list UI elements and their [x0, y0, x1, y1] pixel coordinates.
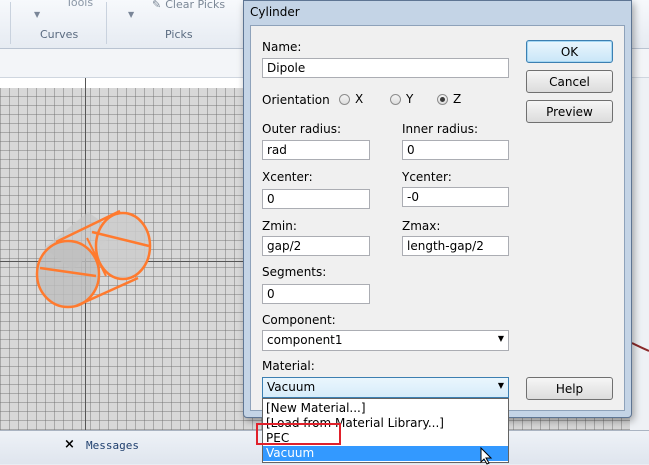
messages-tab[interactable]: Messages [86, 439, 139, 452]
group-picks-label: Picks [165, 28, 193, 41]
xcenter-label: Xcenter: [262, 170, 313, 184]
xcenter-input[interactable]: 0 [262, 189, 370, 209]
zmin-label: Zmin: [262, 219, 297, 233]
cylinder-shape[interactable] [30, 206, 160, 316]
chevron-down-icon[interactable]: ▼ [498, 381, 504, 390]
radio-x-label: X [355, 92, 364, 106]
cancel-button[interactable]: Cancel [526, 70, 613, 93]
material-label: Material: [262, 359, 315, 373]
zmax-input[interactable]: length-gap/2 [402, 236, 509, 256]
chevron-down-icon[interactable]: ▼ [34, 10, 40, 19]
material-select[interactable]: Vacuum ▼ [262, 377, 509, 398]
mouse-cursor-icon [480, 447, 493, 465]
eraser-icon: ✎ [152, 0, 162, 11]
radio-button-selected[interactable] [437, 93, 448, 105]
ribbon-separator [106, 2, 107, 44]
orientation-label: Orientation [262, 93, 330, 107]
radio-z-label: Z [453, 92, 462, 106]
component-value: component1 [267, 333, 343, 347]
curve-fragment [632, 342, 649, 352]
segments-input[interactable]: 0 [262, 284, 370, 304]
ok-button[interactable]: OK [526, 40, 613, 63]
zmax-label: Zmax: [402, 219, 441, 233]
zmin-input[interactable]: gap/2 [262, 236, 370, 256]
component-select[interactable]: component1 ▼ [262, 330, 509, 351]
option-vacuum[interactable]: Vacuum [263, 446, 508, 461]
outer-radius-label: Outer radius: [262, 122, 342, 136]
close-icon[interactable]: × [64, 437, 75, 452]
orientation-radio-z[interactable]: Z [437, 92, 461, 106]
clear-picks-label: Clear Picks [165, 0, 226, 11]
name-input[interactable]: Dipole [262, 58, 509, 78]
name-label: Name: [262, 40, 302, 54]
tools-label: Tools [66, 0, 94, 9]
right-panel-edge [630, 78, 649, 430]
ycenter-label: Ycenter: [402, 170, 452, 184]
pec-highlight-box [256, 423, 341, 445]
ribbon-separator [10, 2, 11, 44]
chevron-down-icon[interactable]: ▼ [128, 10, 134, 19]
material-value: Vacuum [267, 380, 316, 394]
inner-radius-input[interactable]: 0 [402, 140, 509, 160]
inner-radius-label: Inner radius: [402, 122, 479, 136]
preview-button[interactable]: Preview [526, 100, 613, 123]
radio-button[interactable] [339, 93, 350, 105]
group-curves-label: Curves [40, 28, 79, 41]
chevron-down-icon[interactable]: ▼ [498, 334, 504, 343]
orientation-radio-y[interactable]: Y [390, 92, 413, 106]
clear-picks-button[interactable]: ✎ Clear Picks [152, 0, 225, 11]
segments-label: Segments: [262, 265, 327, 279]
option-new-material[interactable]: [New Material...] [263, 401, 508, 416]
dialog-title: Cylinder [250, 5, 300, 19]
radio-y-label: Y [406, 92, 414, 106]
orientation-radio-x[interactable]: X [339, 92, 363, 106]
component-label: Component: [262, 313, 336, 327]
ycenter-input[interactable]: -0 [402, 187, 509, 207]
outer-radius-input[interactable]: rad [262, 140, 370, 160]
radio-button[interactable] [390, 93, 401, 105]
help-button[interactable]: Help [526, 377, 613, 400]
